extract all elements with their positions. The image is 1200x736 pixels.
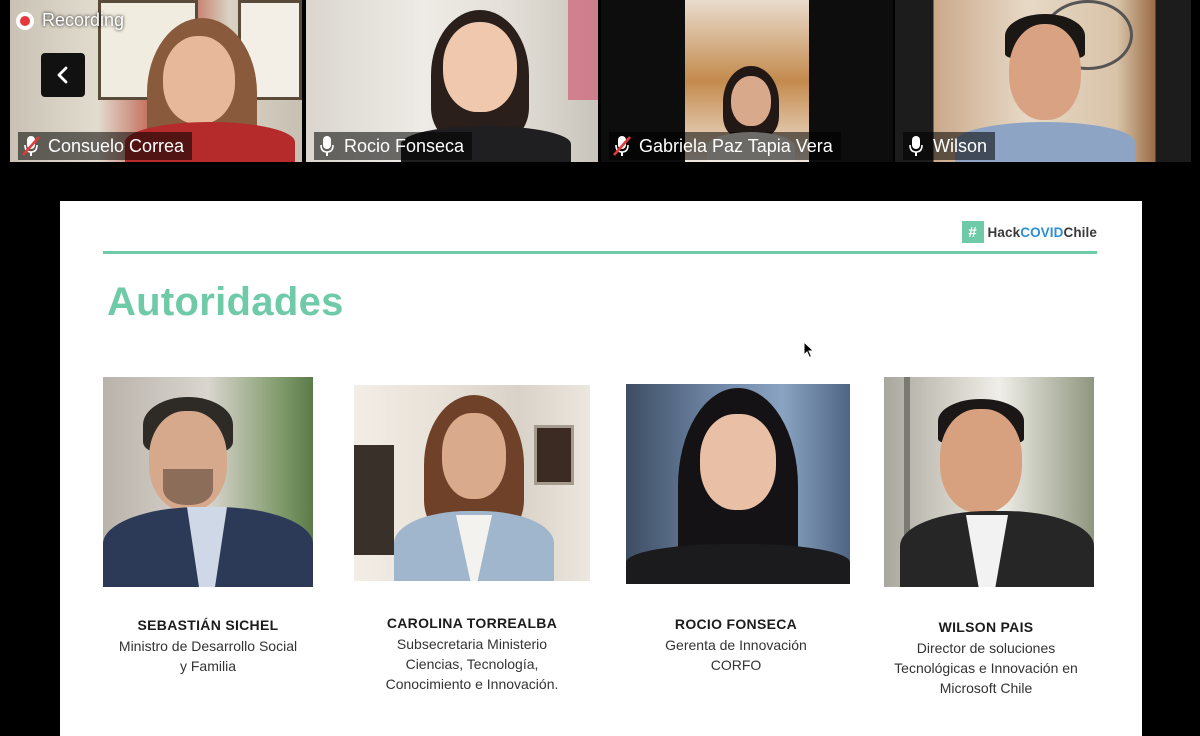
mic-muted-icon [22,135,40,157]
photo-carolina-torrealba [354,385,590,581]
card-role: Gerenta de Innovación CORFO [665,637,807,673]
participant-name: Rocio Fonseca [344,135,465,156]
photo-wilson-pais [884,377,1094,587]
wall-art [568,0,598,100]
record-icon [16,11,34,30]
participant-label: Wilson [903,132,996,160]
header-divider [103,251,1097,254]
participant-label: Rocio Fonseca [314,132,473,160]
card-name: WILSON PAIS [938,619,1034,635]
card-role: Subsecretaria Ministerio Ciencias, Tecno… [385,636,559,692]
brand-hash: # [961,221,984,243]
video-tile-rocio-fonseca[interactable]: Rocio Fonseca [306,0,598,162]
back-button[interactable] [41,53,85,97]
participant-label: Gabriela Paz Tapia Vera [609,132,841,160]
card-name: CAROLINA TORREALBA [386,615,558,631]
card-role: Director de soluciones Tecnológicas e In… [894,640,1078,696]
video-tile-gabriela-paz-tapia-vera[interactable]: Gabriela Paz Tapia Vera [601,0,893,162]
participant-name: Consuelo Correa [48,135,185,156]
mouse-pointer-icon [803,341,815,359]
brand-covid: COVID [1020,224,1064,240]
mic-icon [318,135,336,157]
participant-name: Wilson [933,135,988,156]
brand-logo: # HackCOVIDChile [961,221,1097,243]
mic-icon [907,135,925,157]
card-name: SEBASTIÁN SICHEL [137,617,279,633]
participant-label: Consuelo Correa [18,132,193,160]
card-role: Ministro de Desarrollo Social y Familia [118,638,298,674]
participant-name: Gabriela Paz Tapia Vera [639,135,833,156]
photo-rocio-fonseca [626,384,850,584]
slide-title: Autoridades [107,280,344,324]
brand-chile: Chile [1063,224,1097,240]
card-name: ROCIO FONSECA [674,616,798,632]
photo-sebastian-sichel [103,377,313,587]
shared-screen-slide: # HackCOVIDChile Autoridades SEBASTIÁN S… [60,201,1142,736]
back-arrow-icon [57,66,68,84]
recording-indicator[interactable]: Recording [16,10,124,31]
mic-muted-icon [613,135,631,157]
recording-label: Recording [42,10,125,30]
video-tile-wilson[interactable]: Wilson [895,0,1191,162]
brand-hack: Hack [987,224,1021,240]
